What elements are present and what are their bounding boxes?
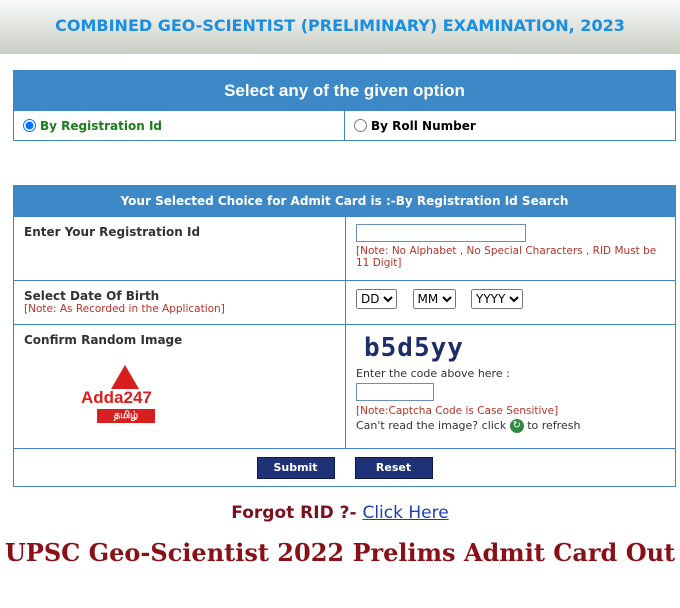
- option-heading: Select any of the given option: [14, 71, 675, 111]
- option-selector: Select any of the given option By Regist…: [13, 70, 676, 141]
- refresh-text-after: to refresh: [527, 419, 581, 432]
- captcha-prompt: Enter the code above here :: [356, 367, 510, 380]
- logo-triangle-icon: [111, 365, 139, 389]
- roll-option[interactable]: By Roll Number: [344, 111, 675, 140]
- dob-month-select[interactable]: MM: [412, 289, 456, 309]
- dob-year-select[interactable]: YYYY: [471, 289, 523, 309]
- form-heading: Your Selected Choice for Admit Card is :…: [14, 186, 675, 216]
- dob-label: Select Date Of Birth: [24, 289, 160, 303]
- refresh-text-before: Can't read the image? click: [356, 419, 507, 432]
- captcha-label: Confirm Random Image: [24, 333, 183, 347]
- registration-id-input[interactable]: [356, 224, 526, 242]
- reg-id-note: [Note: No Alphabet , No Special Characte…: [356, 245, 657, 269]
- exam-title: COMBINED GEO-SCIENTIST (PRELIMINARY) EXA…: [55, 16, 625, 35]
- adda247-logo: Adda247 தமிழ்: [75, 363, 175, 429]
- headline-banner: UPSC Geo-Scientist 2022 Prelims Admit Ca…: [4, 538, 676, 567]
- roll-radio[interactable]: [354, 119, 367, 132]
- forgot-rid-link[interactable]: Click Here: [362, 503, 448, 523]
- captcha-input[interactable]: [356, 383, 434, 401]
- roll-option-label: By Roll Number: [371, 118, 476, 133]
- forgot-rid-text: Forgot RID ?-: [231, 503, 357, 523]
- page-header: COMBINED GEO-SCIENTIST (PRELIMINARY) EXA…: [0, 0, 680, 54]
- admit-card-form: Your Selected Choice for Admit Card is :…: [13, 185, 676, 487]
- captcha-image: b5d5yy: [364, 333, 464, 363]
- refresh-icon[interactable]: ↻: [509, 419, 524, 433]
- reg-id-label: Enter Your Registration Id: [14, 217, 346, 280]
- dob-note: [Note: As Recorded in the Application]: [24, 303, 225, 315]
- captcha-note: [Note:Captcha Code is Case Sensitive]: [356, 405, 559, 417]
- registration-option[interactable]: By Registration Id: [14, 111, 344, 140]
- refresh-line: Can't read the image? click ↻ to refresh: [356, 419, 665, 433]
- dob-day-select[interactable]: DD: [356, 289, 397, 309]
- registration-radio[interactable]: [23, 119, 36, 132]
- logo-brand: Adda247: [81, 388, 152, 407]
- reset-button[interactable]: Reset: [354, 456, 433, 479]
- submit-button[interactable]: Submit: [256, 456, 335, 479]
- registration-option-label: By Registration Id: [40, 118, 162, 133]
- logo-subtitle: தமிழ்: [97, 409, 155, 423]
- forgot-rid: Forgot RID ?- Click Here: [0, 503, 680, 523]
- form-actions: Submit Reset: [14, 448, 675, 486]
